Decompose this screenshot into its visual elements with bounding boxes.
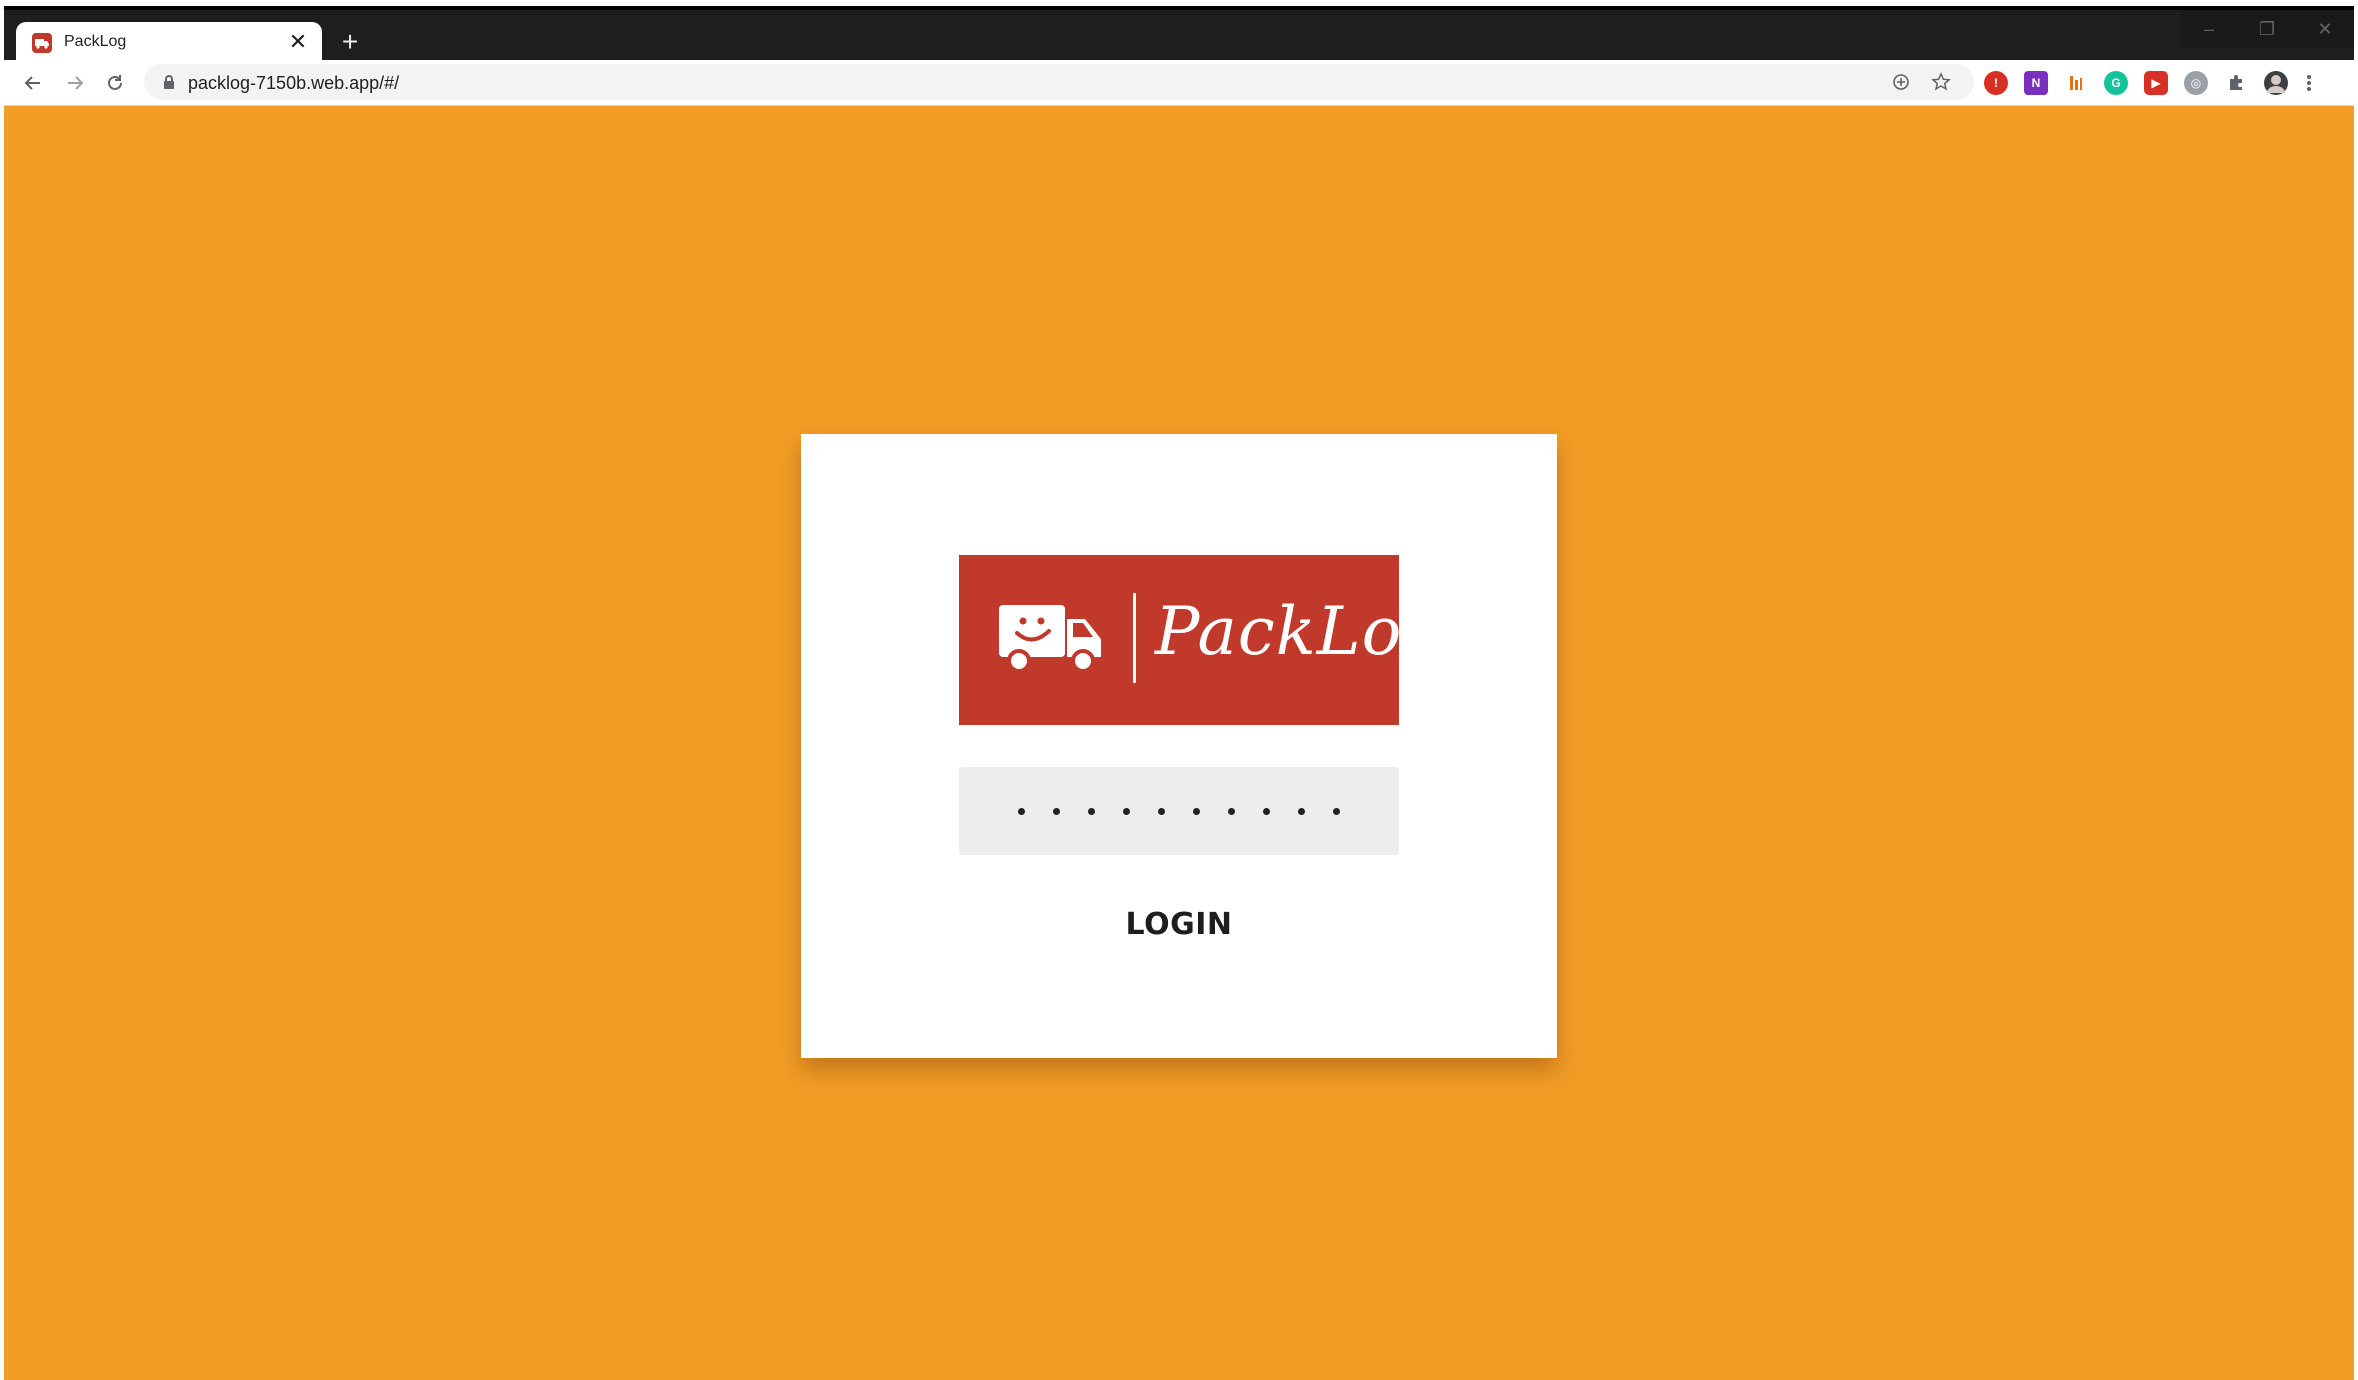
- restore-button[interactable]: ❐: [2238, 10, 2296, 48]
- screen: PackLog ✕ + – ❐ ✕ packlog-7150b.web.app/…: [0, 0, 2358, 1380]
- lock-icon: [164, 75, 174, 89]
- reload-icon: [108, 75, 122, 90]
- arrow-right-icon: [68, 76, 84, 90]
- grammarly-icon[interactable]: G: [2104, 71, 2128, 95]
- window-controls: – ❐ ✕: [2180, 10, 2354, 64]
- star-icon[interactable]: [1930, 71, 1952, 93]
- smiling-truck-icon: [999, 605, 1101, 673]
- back-button[interactable]: [18, 68, 48, 98]
- logo-divider: [1133, 593, 1136, 683]
- browser-chrome: PackLog ✕ + – ❐ ✕ packlog-7150b.web.app/…: [4, 6, 2354, 106]
- new-tab-button[interactable]: +: [336, 28, 364, 56]
- avatar[interactable]: [2264, 71, 2288, 95]
- puzzle-icon[interactable]: [2224, 71, 2248, 95]
- kebab-menu-icon[interactable]: [2304, 71, 2314, 95]
- tab-close-icon[interactable]: ✕: [286, 30, 310, 54]
- media-icon[interactable]: ▶: [2144, 71, 2168, 95]
- globe-icon[interactable]: ◎: [2184, 71, 2208, 95]
- browser-tab[interactable]: PackLog ✕: [16, 22, 322, 64]
- url-text: packlog-7150b.web.app/#/: [188, 73, 400, 93]
- packlog-favicon-icon: [32, 33, 52, 53]
- close-window-button[interactable]: ✕: [2296, 10, 2354, 48]
- minimize-button[interactable]: –: [2180, 10, 2238, 48]
- bars-icon[interactable]: [2064, 71, 2088, 95]
- packlog-logo: PackLog: [959, 555, 1445, 725]
- tab-title: PackLog: [64, 33, 127, 50]
- forward-button[interactable]: [60, 68, 90, 98]
- reload-button[interactable]: [100, 68, 130, 98]
- login-button[interactable]: LOGIN: [1079, 899, 1279, 949]
- tab-strip: PackLog ✕ + – ❐ ✕: [4, 6, 2354, 64]
- extensions-row: ! N G ▶ ◎: [1984, 68, 2314, 98]
- address-bar[interactable]: packlog-7150b.web.app/#/: [144, 64, 1974, 100]
- stop-sign-icon[interactable]: !: [1984, 71, 2008, 95]
- arrow-left-icon: [24, 76, 40, 90]
- password-input[interactable]: [959, 767, 1399, 855]
- browser-toolbar: packlog-7150b.web.app/#/ ! N G ▶ ◎: [4, 60, 2354, 106]
- logo-text: PackLog: [1155, 593, 1446, 670]
- onenote-icon[interactable]: N: [2024, 71, 2048, 95]
- login-card: PackLog LOGIN: [801, 434, 1557, 1058]
- page-background: PackLog LOGIN: [4, 106, 2354, 1380]
- plus-circle-icon[interactable]: [1890, 71, 1912, 93]
